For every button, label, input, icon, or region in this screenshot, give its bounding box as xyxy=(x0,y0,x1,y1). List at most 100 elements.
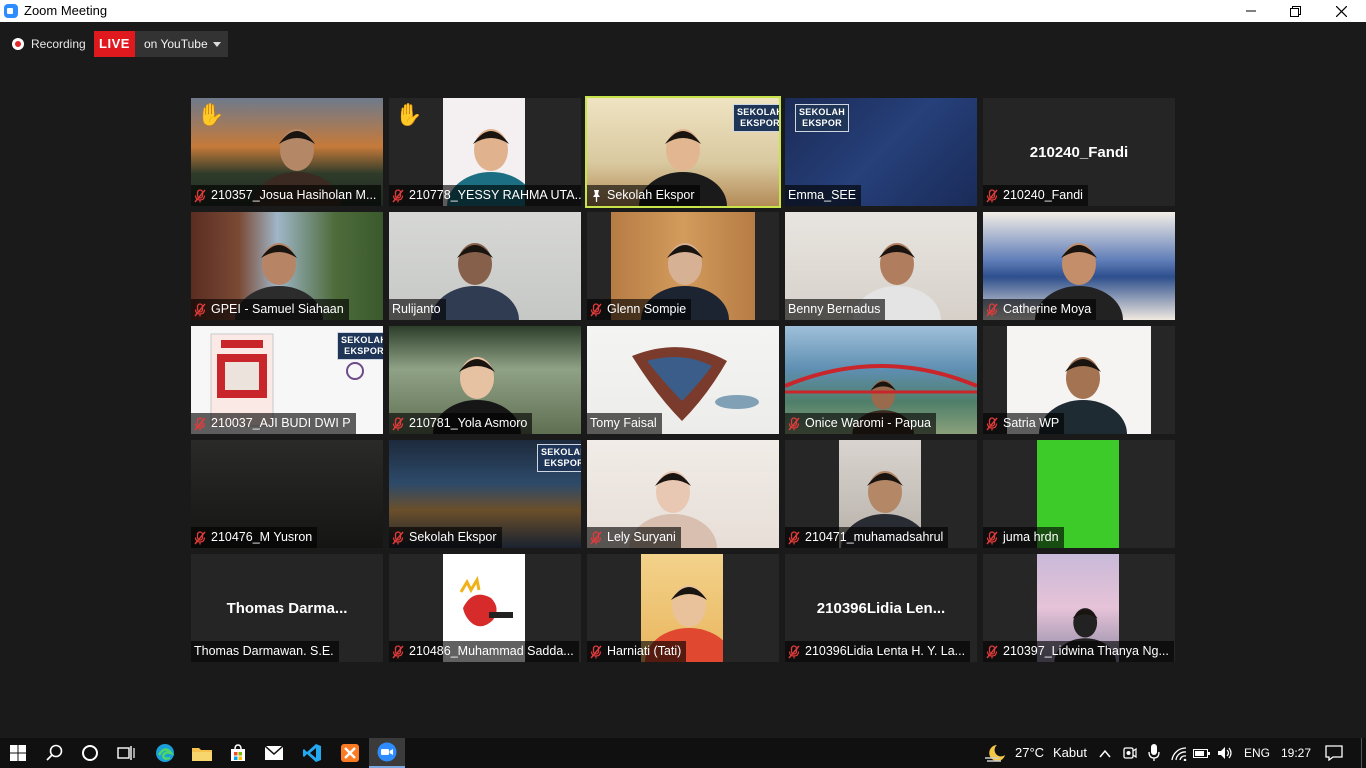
input-language[interactable]: ENG xyxy=(1244,746,1270,760)
xampp-icon xyxy=(341,744,359,762)
muted-microphone-icon xyxy=(392,530,404,545)
notifications-icon[interactable] xyxy=(1325,745,1343,761)
microphone-icon[interactable] xyxy=(1148,744,1160,762)
search-button[interactable] xyxy=(36,738,72,768)
weather-temperature[interactable]: 27°C xyxy=(1015,745,1044,760)
sekolah-ekspor-watermark: SEKOLAHEKSPOR xyxy=(337,332,383,360)
participant-name: Catherine Moya xyxy=(1003,302,1092,316)
store-bag-icon xyxy=(231,744,245,761)
participant-tile[interactable]: Harniati (Tati) xyxy=(587,554,779,662)
participant-name: Satria WP xyxy=(1003,416,1060,430)
chevron-down-icon xyxy=(213,42,221,47)
participant-tile[interactable]: 210397_Lidwina Thanya Ng... xyxy=(983,554,1175,662)
taskbar-mail[interactable] xyxy=(256,738,292,768)
muted-microphone-icon xyxy=(392,188,404,203)
muted-microphone-icon xyxy=(590,530,602,545)
participant-tile[interactable]: 210486_Muhammad Sadda... xyxy=(389,554,581,662)
participant-tile[interactable]: ✋ 210778_YESSY RAHMA UTA... xyxy=(389,98,581,206)
close-button[interactable] xyxy=(1318,0,1364,22)
taskbar-store[interactable] xyxy=(220,738,256,768)
wifi-icon[interactable] xyxy=(1171,747,1187,761)
participant-tile[interactable]: Thomas Darma... Thomas Darmawan. S.E. xyxy=(191,554,383,662)
raised-hand-icon: ✋ xyxy=(395,102,423,127)
sekolah-ekspor-watermark: SEKOLAHEKSPOR xyxy=(537,444,581,472)
watermark-line-1: SEKOLAH xyxy=(799,107,846,117)
participant-tile[interactable]: Catherine Moya xyxy=(983,212,1175,320)
maximize-button[interactable] xyxy=(1272,0,1318,22)
participant-tile[interactable]: Satria WP xyxy=(983,326,1175,434)
muted-microphone-icon xyxy=(194,302,206,317)
participant-nameplate: juma hrdn xyxy=(983,527,1064,548)
participant-tile[interactable]: 210240_Fandi 210240_Fandi xyxy=(983,98,1175,206)
muted-microphone-icon xyxy=(788,530,800,545)
taskbar-zoom[interactable] xyxy=(369,738,405,768)
participant-tile[interactable]: Rulijanto xyxy=(389,212,581,320)
participant-tile[interactable]: juma hrdn xyxy=(983,440,1175,548)
sekolah-ekspor-watermark: SEKOLAHEKSPOR xyxy=(733,104,779,132)
participant-nameplate: Satria WP xyxy=(983,413,1065,434)
task-view-icon xyxy=(117,746,135,760)
taskbar-xampp[interactable] xyxy=(332,738,368,768)
participant-nameplate: Sekolah Ekspor xyxy=(389,527,502,548)
windows-logo-icon xyxy=(10,745,26,761)
taskbar-file-explorer[interactable] xyxy=(184,738,220,768)
participant-tile[interactable]: ✋ 210357_Josua Hasiholan M... xyxy=(191,98,383,206)
participant-tile[interactable]: 210476_M Yusron xyxy=(191,440,383,548)
video-off-name: 210396Lidia Len... xyxy=(816,600,946,617)
participant-tile[interactable]: Glenn Sompie xyxy=(587,212,779,320)
participant-tile[interactable]: 210471_muhamadsahrul xyxy=(785,440,977,548)
participant-name: 210781_Yola Asmoro xyxy=(409,416,528,430)
taskbar-clock[interactable]: 19:27 xyxy=(1281,746,1311,760)
mail-envelope-icon xyxy=(265,746,283,760)
muted-microphone-icon xyxy=(590,644,602,659)
battery-icon[interactable] xyxy=(1193,746,1211,760)
video-off-name: 210240_Fandi xyxy=(1029,144,1129,161)
participant-tile[interactable]: SEKOLAHEKSPOR Sekolah Ekspor xyxy=(389,440,581,548)
weather-condition[interactable]: Kabut xyxy=(1053,745,1087,760)
participant-nameplate: Sekolah Ekspor xyxy=(587,185,700,206)
taskbar-edge[interactable] xyxy=(147,738,183,768)
recording-indicator[interactable]: Recording xyxy=(12,36,86,52)
participant-name: Lely Suryani xyxy=(607,530,676,544)
zoom-app-icon xyxy=(377,742,397,762)
live-stream-dropdown[interactable]: on YouTube xyxy=(135,31,228,57)
watermark-line-2: EKSPOR xyxy=(740,118,779,128)
participant-nameplate: 210037_AJI BUDI DWI P xyxy=(191,413,356,434)
participant-tile[interactable]: 210396Lidia Len... 210396Lidia Lenta H. Y… xyxy=(785,554,977,662)
participant-tile[interactable]: Lely Suryani xyxy=(587,440,779,548)
brand-logo-image xyxy=(459,575,513,627)
speaker-volume-icon[interactable] xyxy=(1217,746,1233,760)
participant-nameplate: 210781_Yola Asmoro xyxy=(389,413,533,434)
watermark-line-2: EKSPOR xyxy=(344,346,383,356)
cortana-button[interactable] xyxy=(72,738,108,768)
participant-tile[interactable]: Benny Bernadus xyxy=(785,212,977,320)
participant-tile[interactable]: SEKOLAHEKSPOR Sekolah Ekspor xyxy=(585,96,781,208)
recording-dot-icon xyxy=(12,38,24,50)
participant-tile[interactable]: Tomy Faisal xyxy=(587,326,779,434)
participant-tile[interactable]: SEKOLAH EKSPOR 210037_AJI BUDI DWI P xyxy=(191,326,383,434)
participant-name: GPEI - Samuel Siahaan xyxy=(211,302,344,316)
chevron-up-icon[interactable] xyxy=(1099,749,1111,759)
watermark-line-2: EKSPOR xyxy=(544,458,581,468)
muted-microphone-icon xyxy=(986,416,998,431)
participant-nameplate: Benny Bernadus xyxy=(785,299,886,320)
show-desktop-button[interactable] xyxy=(1361,738,1366,768)
participant-nameplate: 210471_muhamadsahrul xyxy=(785,527,949,548)
participant-name: 210778_YESSY RAHMA UTA... xyxy=(409,188,581,202)
start-button[interactable] xyxy=(0,738,36,768)
weather-night-fog-icon xyxy=(985,745,1005,762)
participant-nameplate: Thomas Darmawan. S.E. xyxy=(191,641,339,662)
task-view-button[interactable] xyxy=(108,738,144,768)
minimize-button[interactable] xyxy=(1228,0,1274,22)
participant-tile[interactable]: SEKOLAH EKSPOR Emma_SEE xyxy=(785,98,977,206)
participant-name: Sekolah Ekspor xyxy=(409,530,497,544)
live-badge[interactable]: LIVE xyxy=(94,31,135,57)
recording-label: Recording xyxy=(31,37,86,51)
window-titlebar: Zoom Meeting xyxy=(0,0,1366,22)
participant-tile[interactable]: GPEI - Samuel Siahaan xyxy=(191,212,383,320)
meet-now-icon[interactable] xyxy=(1123,745,1137,761)
taskbar-vscode[interactable] xyxy=(294,738,330,768)
participant-tile[interactable]: 210781_Yola Asmoro xyxy=(389,326,581,434)
sekolah-ekspor-watermark: SEKOLAHEKSPOR xyxy=(795,104,850,132)
participant-tile[interactable]: Onice Waromi - Papua xyxy=(785,326,977,434)
